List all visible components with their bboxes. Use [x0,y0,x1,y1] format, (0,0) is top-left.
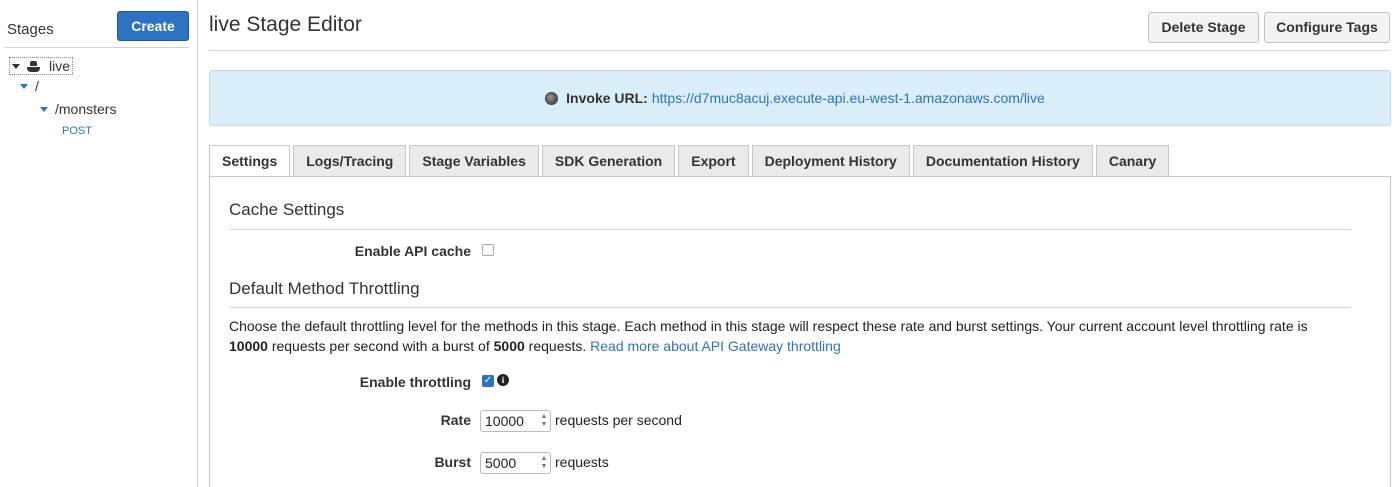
cache-settings-heading: Cache Settings [229,200,345,219]
tree-item-live[interactable]: live [9,57,74,75]
stage-tabs: Settings Logs/Tracing Stage Variables SD… [209,145,1170,177]
configure-tags-button[interactable]: Configure Tags [1264,12,1390,43]
enable-api-cache-label: Enable API cache [354,243,471,259]
info-icon[interactable]: i [497,374,509,386]
desc-text: requests per second with a burst of [267,338,494,354]
page-title: live Stage Editor [209,13,362,36]
enable-throttling-checkbox[interactable]: ✓ [482,375,494,387]
caret-down-icon[interactable] [40,106,48,112]
throttling-heading: Default Method Throttling [229,279,420,298]
tab-documentation-history[interactable]: Documentation History [912,145,1093,176]
tab-export[interactable]: Export [678,145,749,176]
desc-text: requests. [524,338,591,354]
rate-input[interactable]: 10000 ▲ ▼ [480,410,551,432]
spinner-icon[interactable]: ▲ ▼ [540,455,548,471]
sidebar-divider [4,47,189,48]
invoke-url-label: Invoke URL: [566,90,648,106]
rate-value: 10000 [485,413,524,429]
caret-down-icon[interactable] [12,63,20,69]
caret-down-icon[interactable] [20,83,28,89]
read-more-throttling-link[interactable]: Read more about API Gateway throttling [590,338,841,354]
desc-text: Choose the default throttling level for … [229,318,1308,334]
tab-deployment-history[interactable]: Deployment History [751,145,910,176]
tab-stage-variables[interactable]: Stage Variables [409,145,539,176]
header-divider [209,50,1390,51]
globe-icon [545,91,559,105]
tree-item-root-label: / [35,78,39,94]
delete-stage-button[interactable]: Delete Stage [1148,12,1259,43]
tree-item-post[interactable]: POST [62,125,92,137]
tab-canary[interactable]: Canary [1095,145,1170,176]
rate-unit: requests per second [555,412,682,428]
burst-unit: requests [555,454,609,470]
tree-item-root[interactable]: / [20,78,39,94]
invoke-url-banner: Invoke URL: https://d7muc8acuj.execute-a… [209,70,1391,126]
tree-item-live-label: live [49,58,71,74]
create-button[interactable]: Create [117,11,189,41]
tab-settings[interactable]: Settings [209,145,291,177]
sidebar-title: Stages [7,21,54,38]
stage-icon [27,60,40,72]
enable-throttling-label: Enable throttling [359,374,471,390]
tab-logs-tracing[interactable]: Logs/Tracing [293,145,407,176]
spinner-icon[interactable]: ▲ ▼ [540,413,548,429]
enable-api-cache-checkbox[interactable] [482,244,494,256]
stages-sidebar: Stages Create live / /monsters POST [0,0,198,487]
burst-value: 5000 [485,455,517,471]
tab-sdk-generation[interactable]: SDK Generation [541,145,676,176]
tree-item-monsters[interactable]: /monsters [40,101,116,117]
section-divider [229,229,1351,230]
invoke-url-link[interactable]: https://d7muc8acuj.execute-api.eu-west-1… [652,90,1045,106]
burst-input[interactable]: 5000 ▲ ▼ [480,452,551,474]
tree-item-monsters-label: /monsters [55,101,117,117]
throttling-description: Choose the default throttling level for … [229,316,1349,356]
burst-label: Burst [434,454,471,470]
section-divider [229,307,1351,308]
account-burst: 5000 [493,338,525,354]
rate-label: Rate [440,412,471,428]
account-rate: 10000 [229,338,268,354]
